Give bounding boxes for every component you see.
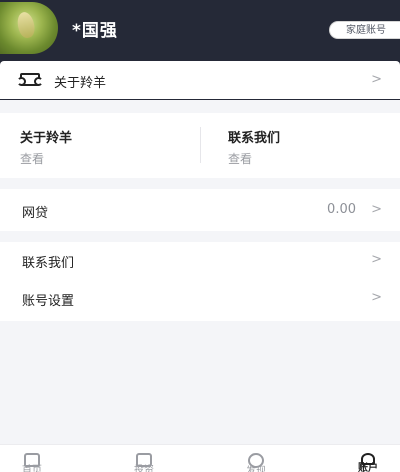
tab-label: 账户: [358, 463, 378, 472]
settings-list: 联系我们 > 账号设置 >: [0, 242, 400, 321]
chevron-right-icon: >: [371, 72, 382, 87]
loan-row[interactable]: 网贷 0.00 >: [0, 189, 400, 231]
list-item-account-settings[interactable]: 账号设置 >: [0, 280, 400, 318]
bottom-tab-bar: 首页 投资 发现 账户: [0, 444, 400, 472]
family-account-badge[interactable]: 家庭账号: [329, 21, 400, 39]
list-item-label: 账号设置: [22, 294, 75, 309]
about-row[interactable]: 关于羚羊 >: [0, 61, 400, 99]
chevron-right-icon: >: [371, 290, 382, 305]
divider: [200, 127, 201, 163]
chevron-right-icon: >: [371, 202, 382, 217]
loan-row-label: 网贷: [22, 206, 49, 221]
chevron-right-icon: >: [371, 252, 382, 267]
ticket-icon: [17, 73, 43, 86]
quick-link-contact[interactable]: 联系我们 查看: [228, 127, 280, 167]
tab-account[interactable]: 账户: [338, 445, 398, 472]
about-row-label: 关于羚羊: [54, 76, 107, 91]
loan-amount: 0.00: [327, 202, 356, 217]
username: *国强: [72, 21, 118, 41]
avatar[interactable]: [0, 2, 58, 54]
quick-link-subtitle: 查看: [20, 152, 45, 166]
tab-label: 投资: [134, 465, 154, 472]
quick-link-title: 关于羚羊: [20, 131, 73, 146]
quick-link-subtitle: 查看: [228, 152, 253, 166]
quick-links-card: 关于羚羊 查看 联系我们 查看: [0, 113, 400, 178]
quick-link-title: 联系我们: [228, 131, 281, 146]
list-item-label: 联系我们: [22, 256, 75, 271]
tab-label: 发现: [246, 466, 266, 472]
quick-link-about[interactable]: 关于羚羊 查看: [20, 127, 72, 167]
list-item-contact[interactable]: 联系我们 >: [0, 242, 400, 280]
tab-invest[interactable]: 投资: [114, 445, 174, 472]
avatar-image: [15, 10, 37, 40]
tab-discover[interactable]: 发现: [226, 445, 286, 472]
tab-home[interactable]: 首页: [2, 445, 62, 472]
tab-label: 首页: [22, 465, 42, 472]
